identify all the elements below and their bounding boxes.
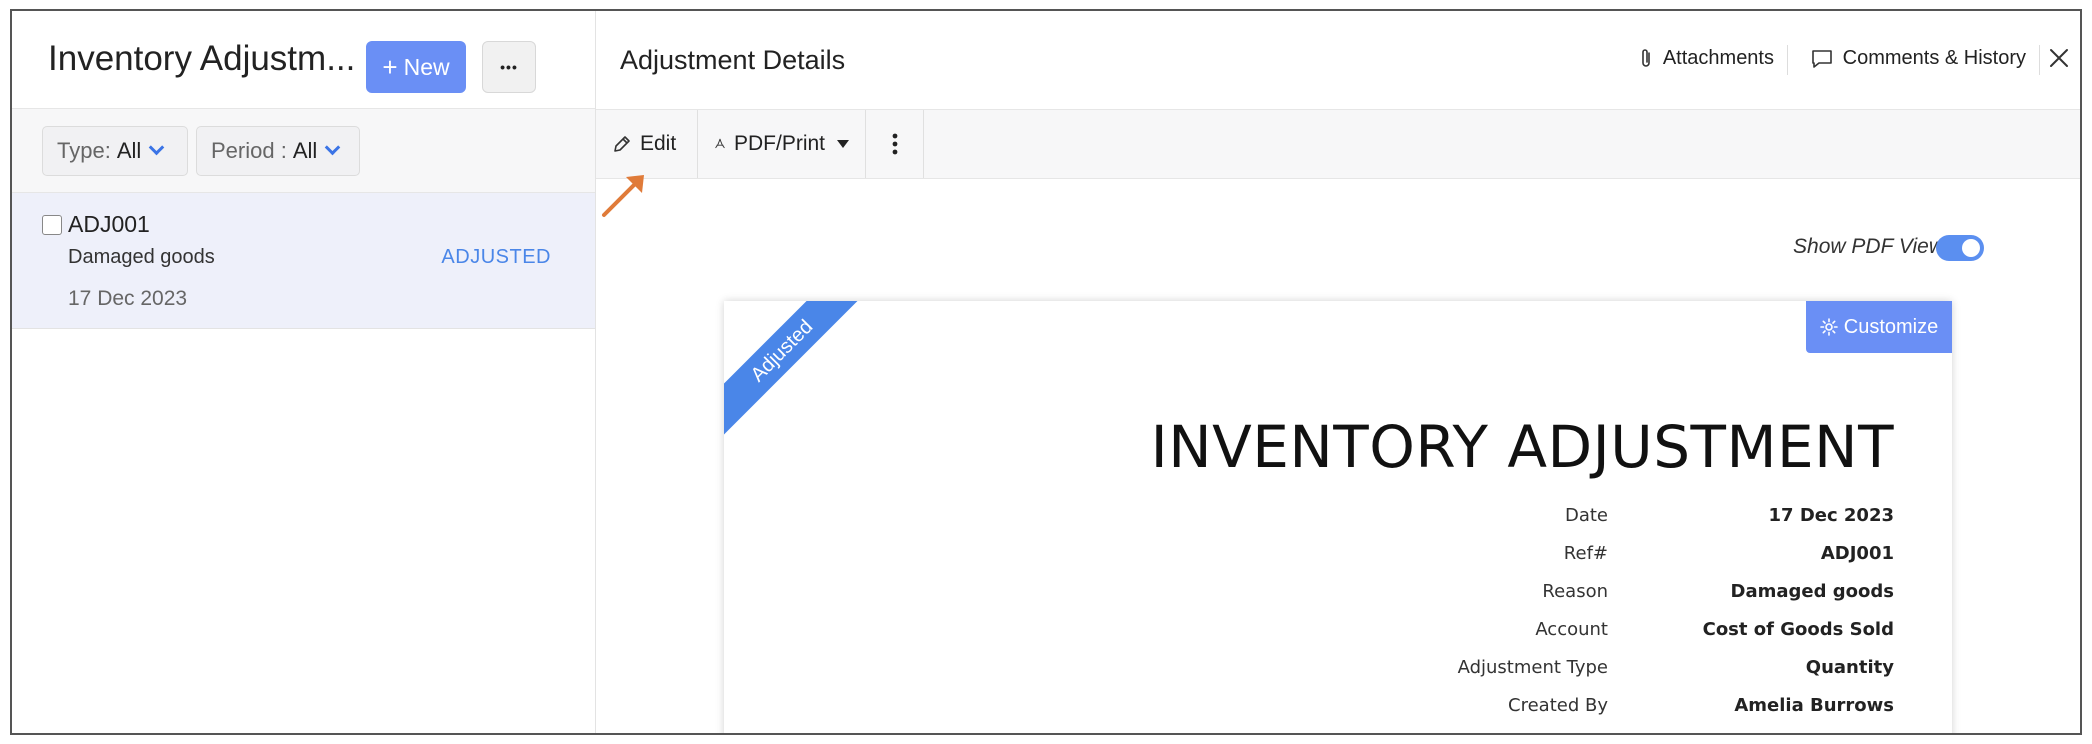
comments-history-button[interactable]: Comments & History bbox=[1811, 47, 2026, 70]
details-header: Adjustment Details Attachments Comments … bbox=[596, 11, 2080, 109]
adjustments-list-pane: Inventory Adjustm... + New ••• Type: All… bbox=[12, 11, 596, 733]
details-content: Show PDF View Adjusted Customize INVENTO… bbox=[596, 179, 2080, 733]
ribbon-label: Adjusted bbox=[724, 301, 876, 449]
plus-icon: + bbox=[382, 52, 398, 82]
pdf-print-label: PDF/Print bbox=[733, 132, 825, 155]
pencil-icon bbox=[614, 136, 630, 152]
attachments-label: Attachments bbox=[1662, 47, 1774, 69]
field-label: Adjustment Type bbox=[1457, 657, 1608, 678]
type-filter-label: Type: bbox=[57, 138, 111, 163]
caret-down-icon bbox=[837, 140, 849, 148]
field-label: Date bbox=[1564, 505, 1608, 526]
adjustment-date: 17 Dec 2023 bbox=[68, 287, 188, 310]
gear-icon bbox=[1819, 318, 1838, 336]
status-ribbon: Adjusted bbox=[724, 301, 876, 455]
list-header: Inventory Adjustm... + New ••• bbox=[12, 11, 595, 109]
field-value: ADJ001 bbox=[1820, 543, 1894, 564]
pdf-document-preview: Adjusted Customize INVENTORY ADJUSTMENT … bbox=[724, 301, 1952, 733]
field-value: Damaged goods bbox=[1730, 581, 1894, 602]
divider bbox=[2039, 45, 2040, 75]
pdf-print-dropdown[interactable]: PDF/Print bbox=[698, 110, 866, 178]
row-checkbox[interactable] bbox=[42, 215, 62, 235]
details-toolbar: Edit PDF/Print bbox=[596, 109, 2080, 179]
type-filter-value: All bbox=[116, 138, 142, 163]
period-filter-label: Period : bbox=[211, 138, 287, 163]
page-title: Inventory Adjustm... bbox=[48, 39, 356, 78]
more-options-button[interactable]: ••• bbox=[482, 41, 536, 93]
app-window: Inventory Adjustm... + New ••• Type: All… bbox=[10, 9, 2082, 735]
type-filter-dropdown[interactable]: Type: All bbox=[42, 126, 188, 176]
adjustment-reason: Damaged goods bbox=[68, 246, 215, 268]
divider bbox=[1787, 45, 1788, 75]
field-value: Cost of Goods Sold bbox=[1702, 619, 1894, 640]
field-value: Quantity bbox=[1805, 657, 1894, 678]
paperclip-icon bbox=[1642, 48, 1650, 67]
attachments-button[interactable]: Attachments bbox=[1639, 47, 1774, 70]
details-title: Adjustment Details bbox=[620, 45, 846, 75]
close-icon[interactable] bbox=[2044, 43, 2074, 73]
chevron-down-icon bbox=[148, 139, 165, 156]
ellipsis-icon: ••• bbox=[500, 59, 518, 75]
comments-history-label: Comments & History bbox=[1842, 47, 2026, 69]
customize-button[interactable]: Customize bbox=[1806, 301, 1952, 353]
comment-icon bbox=[1811, 49, 1832, 68]
filter-bar: Type: All Period : All bbox=[12, 109, 595, 193]
period-filter-dropdown[interactable]: Period : All bbox=[196, 126, 360, 176]
vertical-ellipsis-icon bbox=[892, 133, 897, 155]
period-filter-value: All bbox=[292, 138, 318, 163]
edit-label: Edit bbox=[640, 132, 677, 155]
list-item[interactable]: ADJ001 Damaged goods ADJUSTED 17 Dec 202… bbox=[12, 193, 595, 329]
field-label: Ref# bbox=[1563, 543, 1608, 564]
field-label: Created By bbox=[1508, 695, 1608, 716]
new-button-label: New bbox=[403, 53, 450, 80]
field-label: Reason bbox=[1542, 581, 1608, 602]
field-value: 17 Dec 2023 bbox=[1768, 505, 1895, 526]
field-label: Account bbox=[1535, 619, 1608, 640]
show-pdf-view-label: Show PDF View bbox=[1793, 235, 1944, 258]
pdf-icon bbox=[715, 138, 725, 149]
document-title: INVENTORY ADJUSTMENT bbox=[1150, 413, 1894, 481]
show-pdf-view-toggle[interactable] bbox=[1936, 235, 1984, 261]
adjustment-id: ADJ001 bbox=[68, 211, 150, 237]
chevron-down-icon bbox=[325, 139, 341, 156]
status-badge: ADJUSTED bbox=[441, 246, 551, 268]
customize-label: Customize bbox=[1843, 315, 1939, 338]
adjustment-details-pane: Adjustment Details Attachments Comments … bbox=[596, 11, 2080, 733]
toolbar-more-button[interactable] bbox=[866, 110, 924, 178]
annotation-arrow-icon bbox=[602, 175, 644, 217]
toggle-knob bbox=[1962, 239, 1980, 257]
new-button[interactable]: + New bbox=[366, 41, 466, 93]
field-value: Amelia Burrows bbox=[1734, 695, 1894, 716]
